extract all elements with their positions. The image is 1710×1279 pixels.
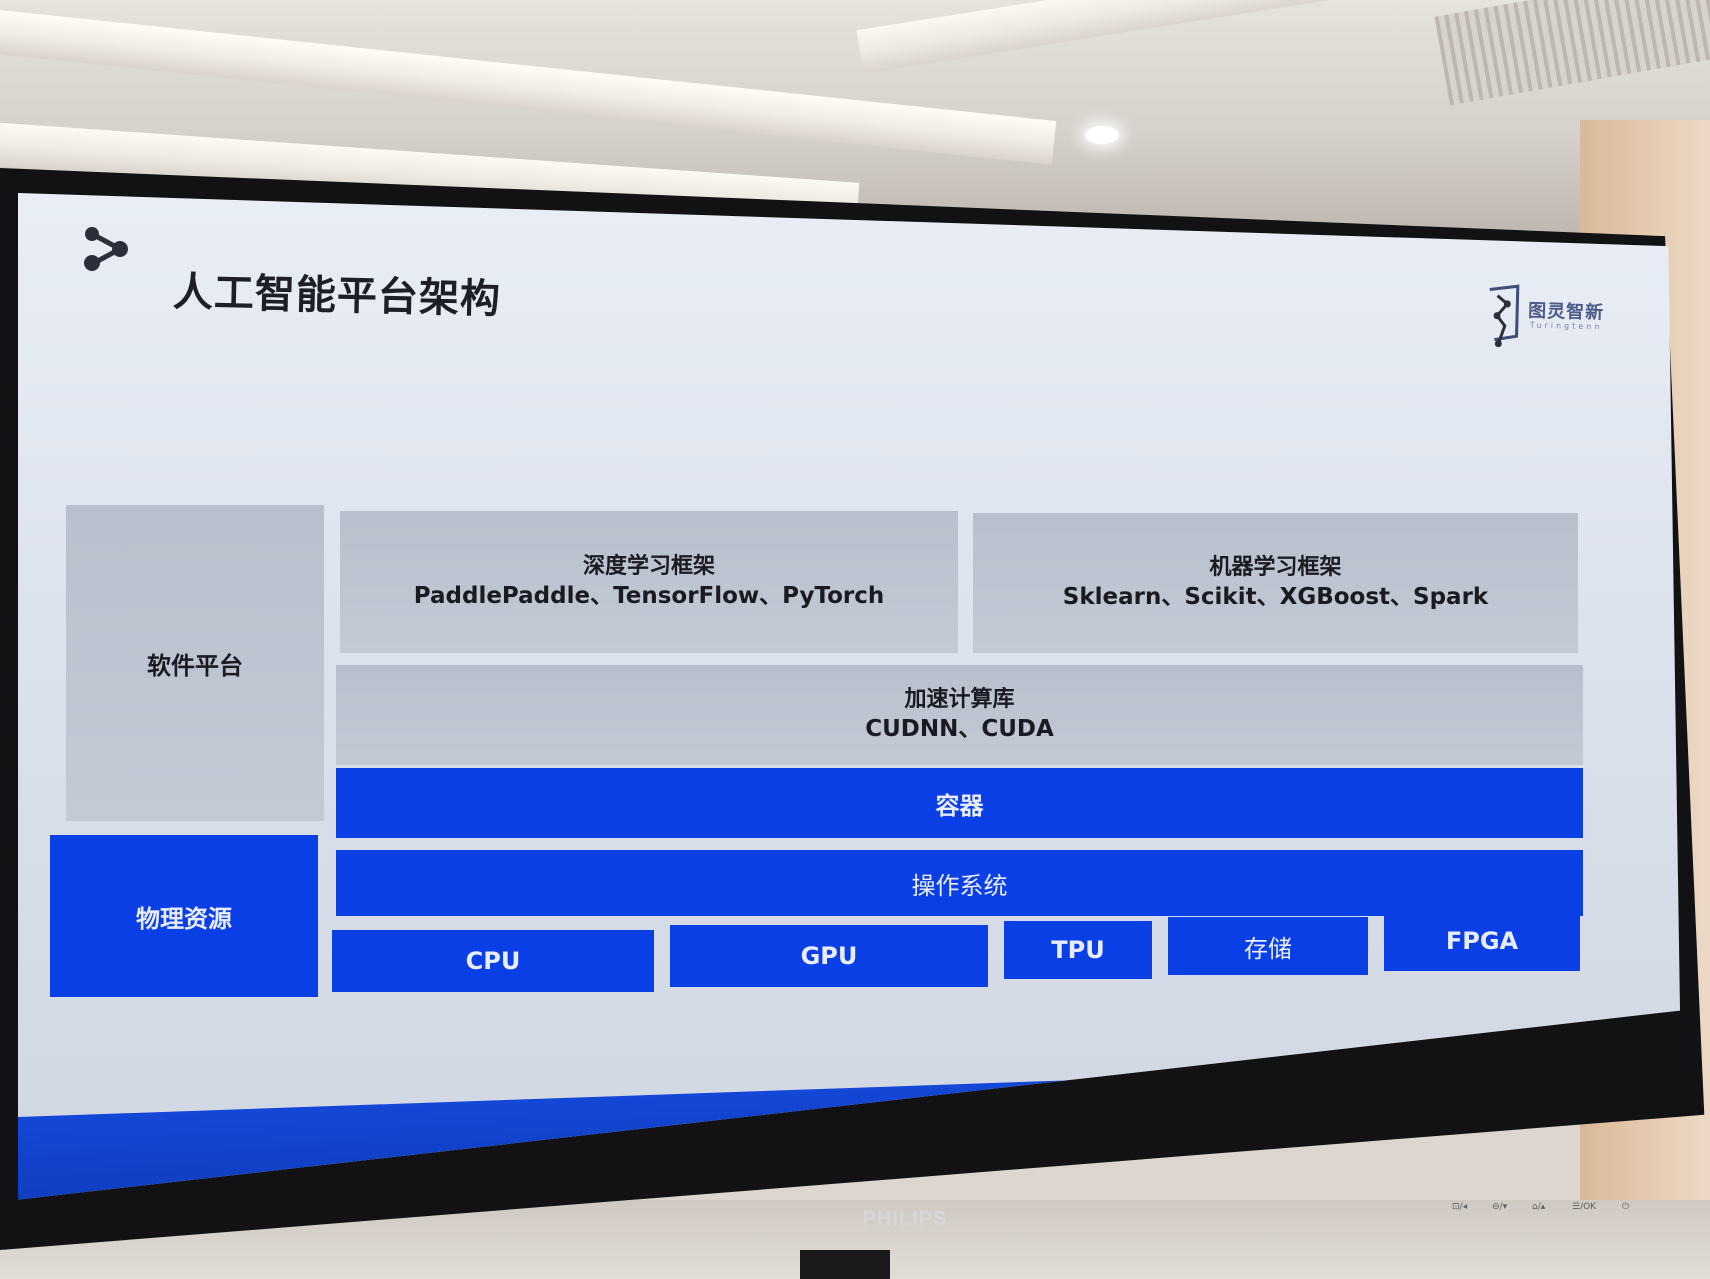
monitor-button[interactable]: ⊡/◂ [1452, 1202, 1467, 1212]
company-subtext: Turingtenn [1529, 320, 1603, 332]
slide-title: 人工智能平台架构 [172, 269, 502, 323]
container-block: 容器 [336, 768, 1583, 838]
hardware-fpga: FPGA [1384, 911, 1580, 971]
acceleration-block: 加速计算库 CUDNN、CUDA [336, 665, 1583, 765]
os-label: 操作系统 [911, 871, 1008, 900]
monitor-button[interactable]: ☰/OK [1572, 1202, 1596, 1212]
hardware-gpu: GPU [670, 925, 988, 987]
hardware-label: GPU [800, 942, 858, 970]
monitor-button[interactable]: ⌂/▴ [1532, 1202, 1545, 1212]
company-logo-icon [1489, 284, 1520, 348]
acceleration-libraries: CUDNN、CUDA [865, 716, 1054, 742]
hardware-label: 存储 [1244, 934, 1292, 963]
ceiling-spotlight [1085, 126, 1119, 144]
deep-learning-title: 深度学习框架 [582, 554, 715, 579]
monitor-stand [800, 1250, 890, 1279]
deep-learning-block: 深度学习框架 PaddlePaddle、TensorFlow、PyTorch [340, 511, 958, 653]
hardware-label: CPU [465, 947, 521, 975]
hardware-storage: 存储 [1168, 917, 1368, 975]
machine-learning-frameworks: Sklearn、Scikit、XGBoost、Spark [1062, 584, 1489, 610]
hardware-cpu: CPU [332, 930, 654, 992]
monitor-button[interactable]: ⊖/▾ [1492, 1202, 1507, 1212]
container-label: 容器 [935, 791, 984, 820]
share-nodes-icon [84, 227, 128, 271]
acceleration-title: 加速计算库 [904, 687, 1015, 712]
company-logo: 图灵智新 Turingtenn [1482, 281, 1614, 354]
hardware-label: FPGA [1445, 927, 1519, 955]
hardware-tpu: TPU [1004, 921, 1152, 979]
machine-learning-block: 机器学习框架 Sklearn、Scikit、XGBoost、Spark [973, 513, 1578, 653]
ceiling-vent [1434, 0, 1710, 106]
power-icon[interactable]: ⏻ [1622, 1202, 1629, 1212]
deep-learning-frameworks: PaddlePaddle、TensorFlow、PyTorch [413, 583, 885, 609]
monitor-brand: PHILIPS [862, 1208, 948, 1230]
physical-resources-block: 物理资源 [50, 835, 318, 997]
software-platform-label: 软件平台 [147, 651, 243, 680]
software-platform-block: 软件平台 [66, 505, 324, 821]
machine-learning-title: 机器学习框架 [1209, 555, 1342, 580]
hardware-label: TPU [1051, 936, 1105, 964]
physical-resources-label: 物理资源 [136, 904, 232, 933]
os-block: 操作系统 [336, 850, 1583, 916]
